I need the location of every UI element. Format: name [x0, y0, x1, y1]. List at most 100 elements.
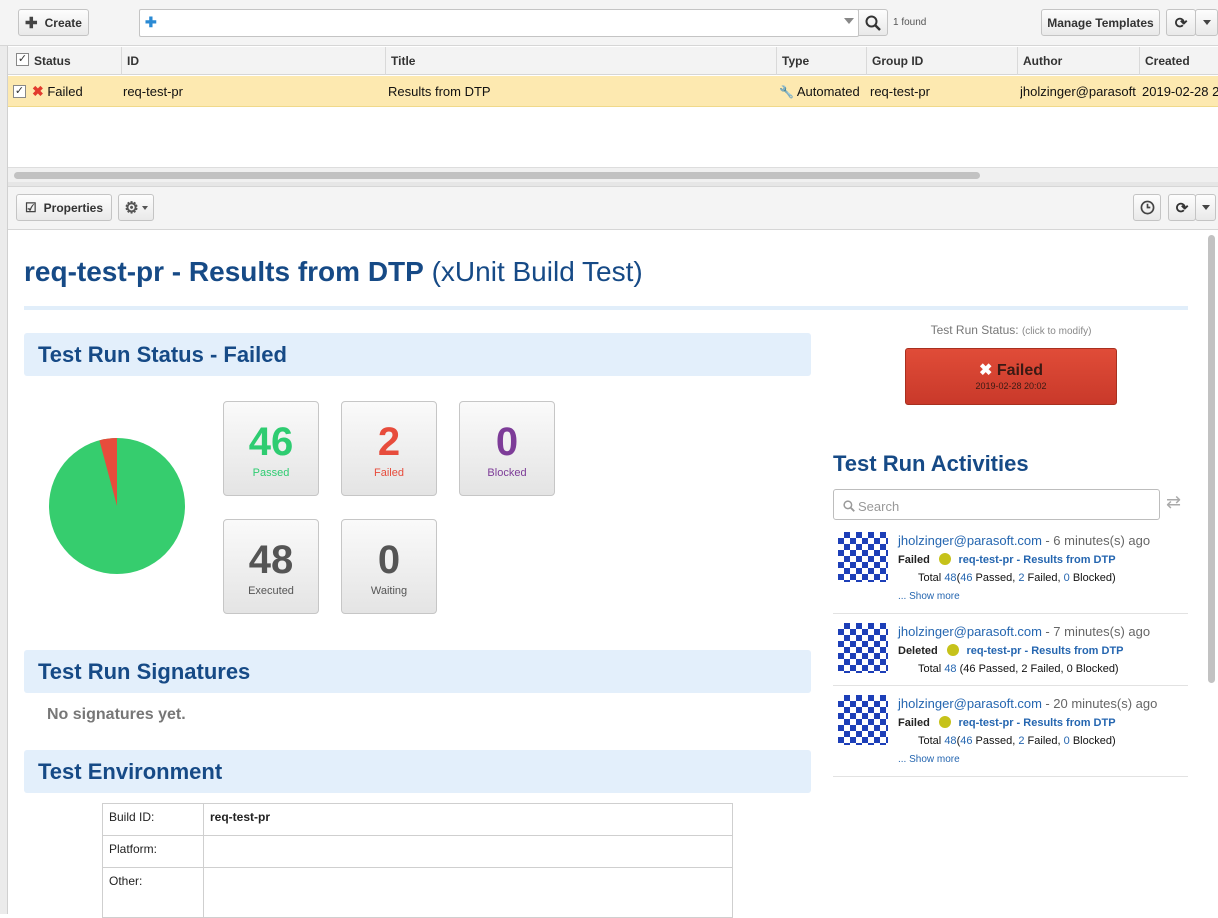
history-button[interactable]	[1133, 194, 1161, 221]
caret-down-icon	[1201, 205, 1210, 210]
stat-waiting-label: Waiting	[370, 585, 408, 597]
blocked-link[interactable]: 0	[1064, 572, 1070, 584]
scrollbar-thumb[interactable]	[1208, 235, 1215, 683]
clock-icon	[1140, 200, 1154, 215]
refresh-icon: ⟳	[1174, 14, 1188, 32]
caret-down-icon	[1202, 20, 1211, 25]
column-status[interactable]: Status	[29, 47, 124, 75]
env-value	[203, 835, 733, 868]
grid-horizontal-scrollbar[interactable]	[8, 167, 1218, 182]
no-signatures-text: No signatures yet.	[47, 706, 186, 723]
activities-heading: Test Run Activities	[833, 451, 1029, 476]
activity-item: jholzinger@parasoft.com - 20 minutes(s) …	[833, 691, 1188, 777]
total-prefix: Total	[918, 735, 942, 747]
activity-target-link[interactable]: req-test-pr - Results from DTP	[966, 645, 1123, 657]
page-title-sub: (xUnit Build Test)	[431, 256, 643, 287]
properties-label: Properties	[43, 200, 103, 215]
run-status-button[interactable]: ✖ Failed 2019-02-28 20:02	[905, 348, 1117, 405]
refresh-button[interactable]: ⟳	[1166, 9, 1196, 36]
stat-failed-value: 2	[377, 420, 401, 464]
failed-suffix: Failed,	[1027, 572, 1061, 584]
blocked-link[interactable]: 0	[1064, 735, 1070, 747]
activity-target-link[interactable]: req-test-pr - Results from DTP	[958, 554, 1115, 566]
grid-header: ✓ Status ID Title Type Group ID Author C…	[8, 47, 1218, 75]
test-environment-heading: Test Environment	[24, 750, 811, 793]
test-run-signatures-heading: Test Run Signatures	[24, 650, 811, 693]
table-row: Platform:	[102, 835, 733, 868]
properties-toolbar: ☑ Properties ⚙ ⟳	[8, 186, 1218, 230]
dropdown-arrow-icon[interactable]	[844, 18, 854, 24]
test-run-status-heading: Test Run Status - Failed	[24, 333, 811, 376]
passed-link[interactable]: 46	[960, 735, 972, 747]
column-id[interactable]: ID	[121, 47, 388, 75]
search-icon	[865, 15, 881, 31]
activity-action: Failed	[898, 554, 930, 566]
env-value: req-test-pr	[203, 803, 733, 836]
properties-button[interactable]: ☑ Properties	[16, 194, 112, 221]
detail-vertical-scrollbar[interactable]	[1204, 231, 1218, 914]
column-created[interactable]: Created	[1139, 47, 1218, 75]
failed-link[interactable]: 2	[1018, 735, 1024, 747]
activity-search-input[interactable]: Search	[833, 489, 1160, 520]
detail-refresh-options-button[interactable]	[1195, 194, 1216, 221]
env-label: Platform:	[102, 835, 204, 868]
activity-user-link[interactable]: jholzinger@parasoft.com	[898, 533, 1042, 548]
refresh-icon: ⟳	[1175, 199, 1189, 217]
stat-executed-label: Executed	[248, 585, 294, 597]
total-link[interactable]: 48	[944, 663, 956, 675]
page-title-main: req-test-pr - Results from DTP	[24, 256, 424, 287]
column-type[interactable]: Type	[776, 47, 866, 75]
stat-failed: 2 Failed	[341, 401, 437, 496]
table-row: Build ID: req-test-pr	[102, 803, 733, 836]
stat-blocked: 0 Blocked	[459, 401, 555, 496]
scrollbar-thumb[interactable]	[14, 172, 980, 179]
title-cell: Results from DTP	[388, 84, 491, 99]
show-more-link[interactable]: ... Show more	[898, 591, 960, 602]
author-cell: jholzinger@parasoft	[1020, 84, 1136, 99]
detail-refresh-button[interactable]: ⟳	[1168, 194, 1196, 221]
total-prefix: Total	[918, 572, 942, 584]
column-title[interactable]: Title	[385, 47, 777, 75]
results-pie-chart	[49, 438, 185, 574]
settings-button[interactable]: ⚙	[118, 194, 154, 221]
row-checkbox[interactable]: ✓	[13, 85, 26, 98]
query-input[interactable]: ✚	[139, 9, 859, 37]
test-run-icon	[939, 553, 952, 565]
stat-executed: 48 Executed	[223, 519, 319, 614]
manage-templates-button[interactable]: Manage Templates	[1041, 9, 1160, 36]
add-filter-icon[interactable]: ✚	[145, 14, 157, 31]
total-link[interactable]: 48	[944, 735, 956, 747]
show-more-link[interactable]: ... Show more	[898, 754, 960, 765]
total-link[interactable]: 48	[944, 572, 956, 584]
stat-failed-label: Failed	[374, 467, 404, 479]
env-label: Build ID:	[102, 803, 204, 836]
column-author[interactable]: Author	[1017, 47, 1139, 75]
type-text: Automated	[796, 84, 860, 99]
id-cell: req-test-pr	[123, 84, 183, 99]
select-all-checkbox[interactable]: ✓	[16, 53, 29, 66]
avatar	[838, 532, 888, 582]
reload-activities-icon[interactable]: ⇄	[1166, 492, 1181, 513]
passed-link[interactable]: 46	[960, 572, 972, 584]
column-group-id[interactable]: Group ID	[866, 47, 1018, 75]
search-button[interactable]	[858, 9, 888, 36]
failed-link[interactable]: 2	[1018, 572, 1024, 584]
total-details: (46 Passed, 2 Failed, 0 Blocked)	[959, 663, 1119, 675]
caret-down-icon	[141, 205, 148, 210]
table-row[interactable]: ✓ ✖ Failed req-test-pr Results from DTP …	[8, 76, 1218, 107]
table-row: Other:	[102, 867, 733, 918]
activity-target-link[interactable]: req-test-pr - Results from DTP	[958, 717, 1115, 729]
status-cell: ✖ Failed	[32, 76, 117, 107]
gear-icon: ⚙	[124, 199, 139, 217]
activity-user-link[interactable]: jholzinger@parasoft.com	[898, 696, 1042, 711]
environment-table: Build ID: req-test-pr Platform: Other:	[102, 803, 733, 918]
run-status-label: Test Run Status:	[930, 323, 1019, 337]
failed-x-icon: ✖	[32, 83, 44, 99]
refresh-options-button[interactable]	[1195, 9, 1218, 36]
activity-search-placeholder: Search	[858, 499, 900, 514]
failed-x-icon: ✖	[978, 362, 993, 379]
activity-user-link[interactable]: jholzinger@parasoft.com	[898, 624, 1042, 639]
create-button[interactable]: ✚ Create	[18, 9, 89, 36]
blocked-suffix: Blocked)	[1072, 735, 1116, 747]
test-run-icon	[939, 716, 952, 728]
